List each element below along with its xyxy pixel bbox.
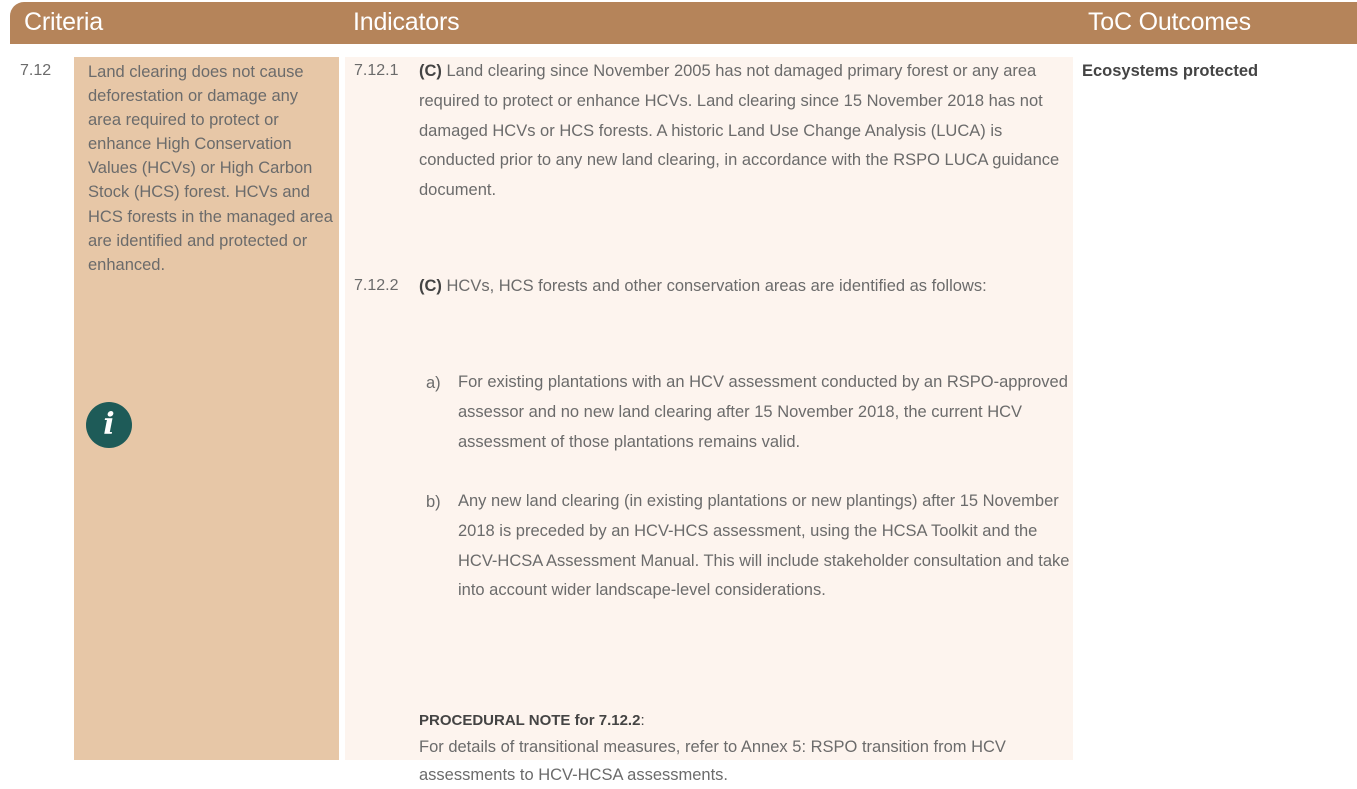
list-item-label: a) (426, 374, 441, 392)
list-item-text: Any new land clearing (in existing plant… (458, 492, 1070, 600)
indicators-column-header: Indicators (353, 8, 460, 36)
indicator-number: 7.12.1 (354, 62, 399, 79)
toc-outcome: Ecosystems protected (1082, 62, 1259, 80)
list-item-label: b) (426, 493, 441, 511)
criteria-column-header: Criteria (24, 8, 103, 36)
criterion-text: Land clearing does not cause deforestati… (88, 63, 333, 274)
list-item-text: For existing plantations with an HCV ass… (458, 373, 1068, 451)
table-header: Criteria Indicators ToC Outcomes (10, 2, 1357, 44)
indicator-number: 7.12.2 (354, 277, 399, 294)
info-icon[interactable]: i (86, 402, 132, 448)
indicator-body: Land clearing since November 2005 has no… (419, 62, 1060, 200)
procedural-note-text: For details of transitional measures, re… (419, 738, 1006, 784)
critical-tag: (C) (419, 277, 442, 295)
indicator-body: HCVs, HCS forests and other conservation… (441, 277, 987, 295)
indicator-text: (C) HCVs, HCS forests and other conserva… (419, 272, 1064, 302)
critical-tag: (C) (419, 62, 442, 80)
procedural-note-title: PROCEDURAL NOTE for 7.12.2: (419, 712, 645, 729)
toc-outcomes-column-header: ToC Outcomes (1088, 8, 1251, 36)
criterion-number: 7.12 (20, 62, 52, 79)
indicator-text: (C) Land clearing since November 2005 ha… (419, 57, 1064, 206)
